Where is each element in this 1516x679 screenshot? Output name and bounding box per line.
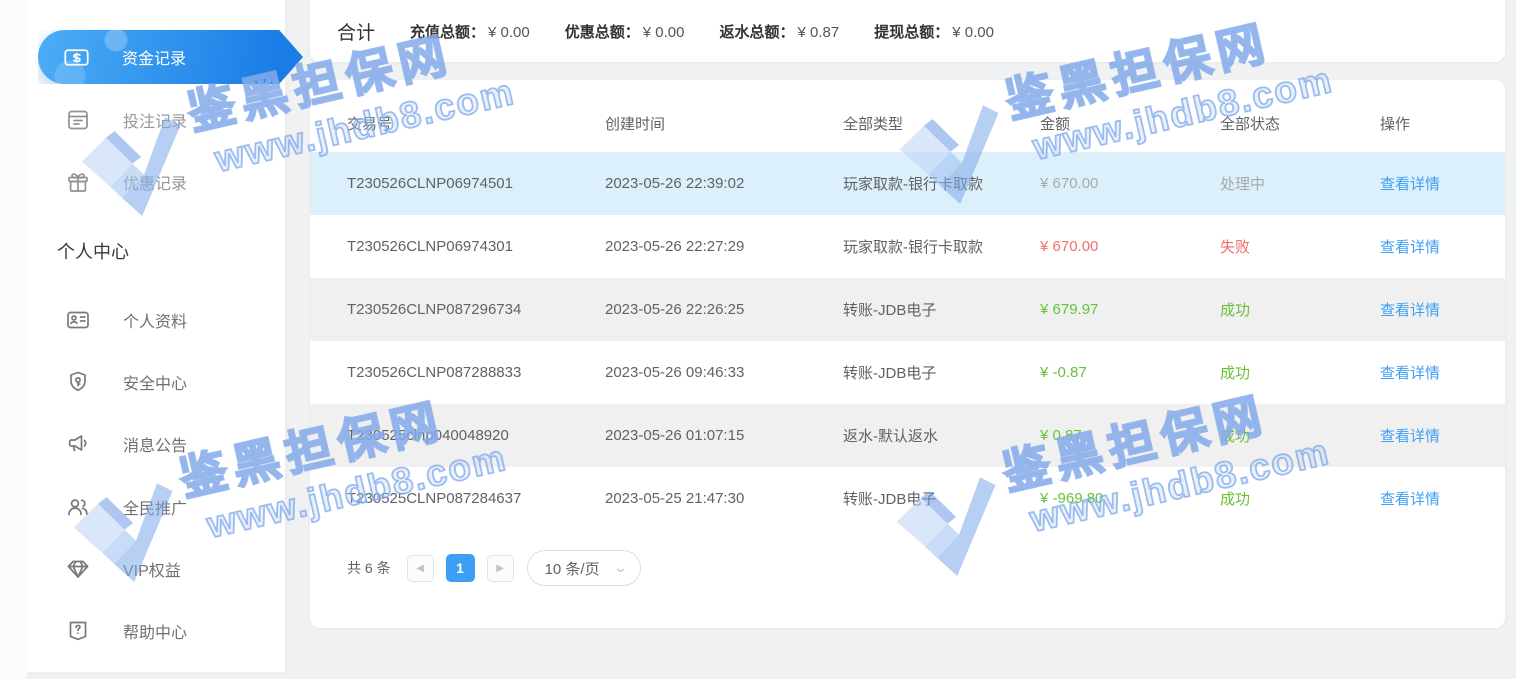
- chevron-down-icon: ⌄: [612, 560, 627, 576]
- sidebar: 额度转换 资金记录 投注记录 优惠记录 个人中心 个人资料: [27, 0, 285, 672]
- summary-withdraw-total: 提现总额：¥ 0.00: [874, 21, 994, 42]
- page-size-value: 10 条/页: [545, 558, 600, 579]
- cell-type: 转账-JDB电子: [843, 488, 1040, 509]
- cell-status: 失败: [1220, 236, 1380, 257]
- wallet-icon: [65, 0, 91, 3]
- page-number-button[interactable]: 1: [446, 554, 475, 582]
- sidebar-item-label: 帮助中心: [123, 619, 187, 643]
- prev-page-button[interactable]: ◀: [407, 555, 434, 582]
- cell-status: 成功: [1220, 299, 1380, 320]
- security-shield-icon: [65, 369, 91, 395]
- sidebar-item-label: 投注记录: [123, 108, 187, 132]
- header-actions: 操作: [1380, 113, 1505, 134]
- view-details-link[interactable]: 查看详情: [1380, 488, 1505, 509]
- cell-transaction-id: T230526CLNP087288833: [347, 364, 605, 381]
- sidebar-item-label: 额度转换: [123, 0, 187, 2]
- cell-amount: ¥ 670.00: [1040, 175, 1220, 192]
- view-details-link[interactable]: 查看详情: [1380, 236, 1505, 257]
- table-row[interactable]: T230526CLNP06974501 2023-05-26 22:39:02 …: [310, 152, 1505, 215]
- sidebar-item-promo-record[interactable]: 优惠记录: [27, 156, 285, 208]
- sidebar-item-bet-record[interactable]: 投注记录: [27, 94, 285, 146]
- sidebar-section-personal-center: 个人中心: [57, 238, 129, 264]
- cell-amount: ¥ -0.87: [1040, 364, 1220, 381]
- table-row[interactable]: T230525CLNP087284637 2023-05-25 21:47:30…: [310, 467, 1505, 530]
- cell-transaction-id: T230526CLNP06974301: [347, 238, 605, 255]
- sidebar-item-security[interactable]: 安全中心: [27, 356, 285, 408]
- table-row[interactable]: T230525clnp040048920 2023-05-26 01:07:15…: [310, 404, 1505, 467]
- sidebar-item-promotion[interactable]: 全民推广: [27, 481, 285, 533]
- sidebar-item-label: 资金记录: [122, 45, 186, 69]
- cell-created-time: 2023-05-26 09:46:33: [605, 364, 843, 381]
- summary-rebate-total: 返水总额：¥ 0.87: [719, 21, 839, 42]
- sidebar-item-vip[interactable]: VIP权益: [27, 543, 285, 595]
- view-details-link[interactable]: 查看详情: [1380, 173, 1505, 194]
- summary-title: 合计: [337, 18, 375, 45]
- cell-amount: ¥ 679.97: [1040, 301, 1220, 318]
- sidebar-item-funds-record[interactable]: 资金记录: [38, 30, 303, 84]
- cell-status: 处理中: [1220, 173, 1380, 194]
- bet-record-icon: [65, 107, 91, 133]
- next-arrow-icon: ▶: [496, 563, 504, 574]
- promo-record-icon: [65, 169, 91, 195]
- cell-created-time: 2023-05-26 22:27:29: [605, 238, 843, 255]
- view-details-link[interactable]: 查看详情: [1380, 362, 1505, 383]
- cell-created-time: 2023-05-26 22:26:25: [605, 301, 843, 318]
- sidebar-item-label: VIP权益: [123, 557, 181, 581]
- summary-deposit-total: 充值总额：¥ 0.00: [410, 21, 530, 42]
- next-page-button[interactable]: ▶: [487, 555, 514, 582]
- cell-transaction-id: T230526CLNP06974501: [347, 175, 605, 192]
- summary-card: 合计 充值总额：¥ 0.00 优惠总额：¥ 0.00 返水总额：¥ 0.87 提…: [310, 0, 1505, 62]
- cell-created-time: 2023-05-26 22:39:02: [605, 175, 843, 192]
- profile-card-icon: [65, 307, 91, 333]
- cell-amount: ¥ 670.00: [1040, 238, 1220, 255]
- table-row[interactable]: T230526CLNP087296734 2023-05-26 22:26:25…: [310, 278, 1505, 341]
- cell-created-time: 2023-05-25 21:47:30: [605, 490, 843, 507]
- cell-type: 转账-JDB电子: [843, 362, 1040, 383]
- cell-type: 转账-JDB电子: [843, 299, 1040, 320]
- promotion-people-icon: [65, 494, 91, 520]
- page-size-select[interactable]: 10 条/页 ⌄: [527, 550, 641, 586]
- cell-type: 玩家取款-银行卡取款: [843, 236, 1040, 257]
- sidebar-item-label: 安全中心: [123, 370, 187, 394]
- funds-record-table-card: 交易号 创建时间 全部类型 金额 全部状态 操作 T230526CLNP0697…: [310, 80, 1505, 628]
- table-header-row: 交易号 创建时间 全部类型 金额 全部状态 操作: [310, 94, 1505, 152]
- cell-transaction-id: T230525clnp040048920: [347, 427, 605, 444]
- pagination-total: 共 6 条: [347, 558, 391, 578]
- announcement-megaphone-icon: [65, 431, 91, 457]
- header-status-filter[interactable]: 全部状态: [1220, 113, 1380, 134]
- table-row[interactable]: T230526CLNP087288833 2023-05-26 09:46:33…: [310, 341, 1505, 404]
- sidebar-item-label: 消息公告: [123, 432, 187, 456]
- sidebar-item-label: 个人资料: [123, 308, 187, 332]
- header-type-filter[interactable]: 全部类型: [843, 113, 1040, 134]
- sidebar-item-cropped[interactable]: 额度转换: [27, 0, 285, 16]
- cell-type: 返水-默认返水: [843, 425, 1040, 446]
- table-row[interactable]: T230526CLNP06974301 2023-05-26 22:27:29 …: [310, 215, 1505, 278]
- view-details-link[interactable]: 查看详情: [1380, 425, 1505, 446]
- header-amount: 金额: [1040, 113, 1220, 134]
- left-rail: [0, 0, 27, 679]
- header-created-time: 创建时间: [605, 113, 843, 134]
- sidebar-item-profile[interactable]: 个人资料: [27, 294, 285, 346]
- sidebar-item-announcements[interactable]: 消息公告: [27, 418, 285, 470]
- cell-created-time: 2023-05-26 01:07:15: [605, 427, 843, 444]
- sidebar-item-help[interactable]: 帮助中心: [27, 605, 285, 657]
- cell-amount: ¥ -969.80: [1040, 490, 1220, 507]
- view-details-link[interactable]: 查看详情: [1380, 299, 1505, 320]
- sidebar-item-label: 全民推广: [123, 495, 187, 519]
- prev-arrow-icon: ◀: [416, 563, 424, 574]
- cell-type: 玩家取款-银行卡取款: [843, 173, 1040, 194]
- money-record-icon: [63, 44, 90, 71]
- header-transaction-id: 交易号: [347, 113, 605, 134]
- help-question-icon: [65, 618, 91, 644]
- cell-transaction-id: T230525CLNP087284637: [347, 490, 605, 507]
- vip-diamond-icon: [65, 556, 91, 582]
- cell-amount: ¥ 0.87: [1040, 427, 1220, 444]
- cell-status: 成功: [1220, 488, 1380, 509]
- summary-promo-total: 优惠总额：¥ 0.00: [565, 21, 685, 42]
- cell-status: 成功: [1220, 362, 1380, 383]
- sidebar-item-label: 优惠记录: [123, 170, 187, 194]
- cell-transaction-id: T230526CLNP087296734: [347, 301, 605, 318]
- cell-status: 成功: [1220, 425, 1380, 446]
- pagination: 共 6 条 ◀ 1 ▶ 10 条/页 ⌄: [347, 550, 1505, 586]
